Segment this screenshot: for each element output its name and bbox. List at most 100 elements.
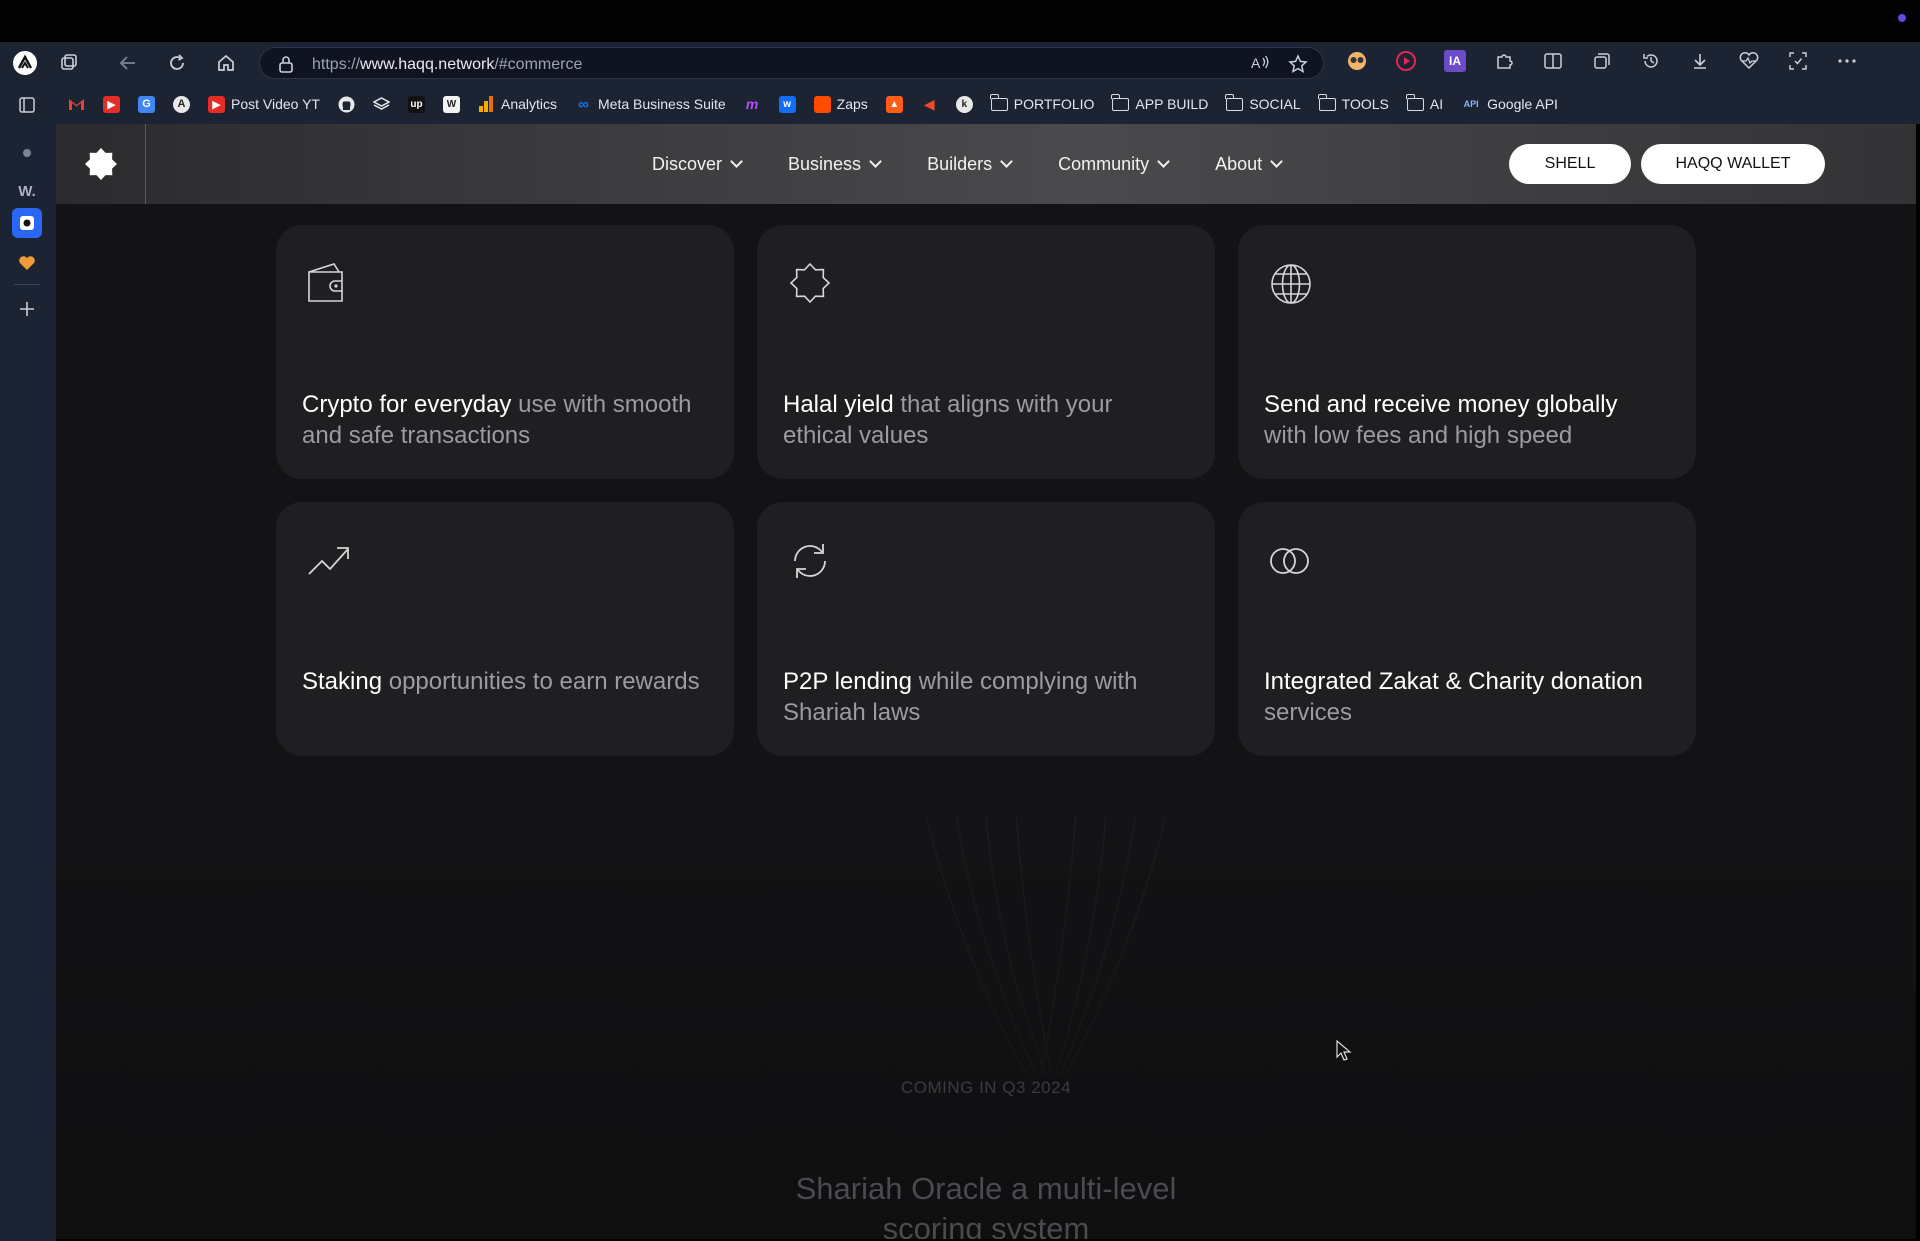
collections-icon[interactable] [1589,48,1615,74]
browser-chrome: https://www.haqq.network/#commerce A IA [0,42,1920,124]
haqq-logo-icon [84,148,117,180]
haqq-wallet-button[interactable]: HAQQ WALLET [1641,144,1825,184]
workspaces-icon[interactable] [54,48,84,78]
chevron-down-icon [869,155,882,168]
coins-icon [1270,548,1309,574]
bookmark-post-video-yt[interactable]: ▶ Post Video YT [204,92,324,116]
home-icon[interactable] [211,48,241,78]
bookmark-hostinger[interactable]: ▲ [882,92,907,116]
bookmarks-bar: ▶ G A ▶ Post Video YT up W Analytics ∞ Met… [64,90,1854,118]
read-aloud-icon[interactable]: A [1250,54,1270,77]
extension-owl-icon[interactable] [1344,48,1370,74]
bookmark-github[interactable] [334,92,359,116]
bookmark-google-api[interactable]: API Google API [1457,92,1562,116]
bookmark-folder-portfolio[interactable]: PORTFOLIO [987,92,1099,116]
shell-button[interactable]: SHELL [1509,144,1631,184]
trending-up-icon [308,547,349,575]
nav-business-label: Business [788,153,862,174]
bookmark-make[interactable]: m [740,92,765,116]
back-icon[interactable] [113,48,143,78]
extension-record-icon[interactable] [1393,48,1419,74]
upwork-icon: up [407,95,425,113]
nav-community[interactable]: Community [1058,154,1170,175]
nav-discover-label: Discover [652,153,723,174]
url-text[interactable]: https://www.haqq.network/#commerce [312,56,582,74]
nav-builders-label: Builders [927,153,993,174]
chevron-down-icon [1157,155,1170,168]
sidebar-item-active[interactable] [12,208,42,238]
sidebar-item-w[interactable]: W. [12,176,42,206]
commerce-section: Crypto for everyday use with smooth and … [56,204,1916,1239]
make-icon: m [745,96,759,112]
plugin-icon: k [955,95,973,113]
sidebar-heart-icon[interactable] [12,248,42,278]
history-icon[interactable] [1638,48,1664,74]
sidebar-w-label: W. [18,182,36,200]
address-bar[interactable]: https://www.haqq.network/#commerce A [259,47,1324,79]
bookmark-gmail[interactable] [64,92,89,116]
downloads-icon[interactable] [1687,48,1713,74]
wallet-icon [308,263,343,302]
nav-discover[interactable]: Discover [652,153,743,175]
bookmark-folder-tools[interactable]: TOOLS [1315,92,1393,116]
feature-card-staking: Staking opportunities to earn rewards [276,502,734,756]
bookmark-youtube[interactable]: ▶ [99,92,124,116]
folder-icon [1111,93,1130,111]
elementor-icon: ◀ [923,95,935,112]
feature-card-zakat: Integrated Zakat & Charity donation serv… [1238,502,1696,756]
meta-icon: ∞ [578,95,589,113]
chevron-down-icon [1000,155,1013,168]
performance-heart-icon[interactable] [1736,48,1762,74]
more-menu-icon[interactable] [1834,48,1860,74]
bookmark-stack[interactable] [369,92,394,116]
feature-card-p2p-lending: P2P lending while complying with Shariah… [757,502,1215,756]
sidebar-dot-icon[interactable] [12,138,42,168]
split-screen-icon[interactable] [1540,48,1566,74]
site-nav-links: Discover Business Builders Community Abo… [652,124,1284,204]
refresh-icon[interactable] [162,48,192,78]
tab-actions-icon[interactable] [12,90,42,120]
bookmark-folder-ai[interactable]: AI [1403,92,1447,116]
gmail-icon [68,96,85,113]
feature-card-crypto: Crypto for everyday use with smooth and … [276,225,734,479]
bookmark-folder-app-build[interactable]: APP BUILD [1108,92,1212,116]
folder-icon [1317,93,1336,111]
analytics-icon [478,96,495,113]
folder-icon [1405,93,1424,111]
extensions-puzzle-icon[interactable] [1491,48,1517,74]
screenshot-icon[interactable] [1785,48,1811,74]
browser-toolbar: https://www.haqq.network/#commerce A IA [0,42,1920,84]
bookmark-google-ads[interactable]: G [134,92,159,116]
w-icon: W [442,95,460,113]
site-navbar: Discover Business Builders Community Abo… [56,124,1916,204]
svg-text:A: A [1251,55,1261,71]
nav-business[interactable]: Business [788,153,882,175]
web-page: Discover Business Builders Community Abo… [56,124,1916,1239]
hostinger-icon: ▲ [885,95,903,113]
feature-text: Staking opportunities to earn rewards [302,668,700,695]
youtube-icon: ▶ [208,95,225,113]
webflow-icon: w [778,95,796,113]
bookmark-arc[interactable]: A [169,92,194,116]
chevron-down-icon [730,155,743,168]
favorite-star-icon[interactable] [1288,54,1308,79]
extension-ia-icon[interactable]: IA [1442,48,1468,74]
youtube-icon: ▶ [103,95,120,113]
bookmark-upwork[interactable]: up [404,92,429,116]
haqq-logo[interactable] [56,124,146,204]
bookmark-analytics[interactable]: Analytics [474,92,561,116]
bookmark-plugin[interactable]: k [952,92,977,116]
profile-icon[interactable] [10,48,40,78]
nav-about-label: About [1215,153,1263,174]
feature-card-send-receive: Send and receive money globally with low… [1238,225,1696,479]
bookmark-webflow[interactable]: w [775,92,800,116]
bookmark-w[interactable]: W [439,92,464,116]
bookmark-elementor[interactable]: ◀ [917,92,942,116]
refresh-cycle-icon [794,544,826,578]
bookmark-folder-social[interactable]: SOCIAL [1222,92,1304,116]
bookmark-zaps[interactable]: Zaps [810,92,872,116]
nav-about[interactable]: About [1215,153,1284,175]
bookmark-meta-business-suite[interactable]: ∞ Meta Business Suite [571,92,730,116]
nav-builders[interactable]: Builders [927,153,1013,175]
sidebar-add-icon[interactable] [12,294,42,324]
